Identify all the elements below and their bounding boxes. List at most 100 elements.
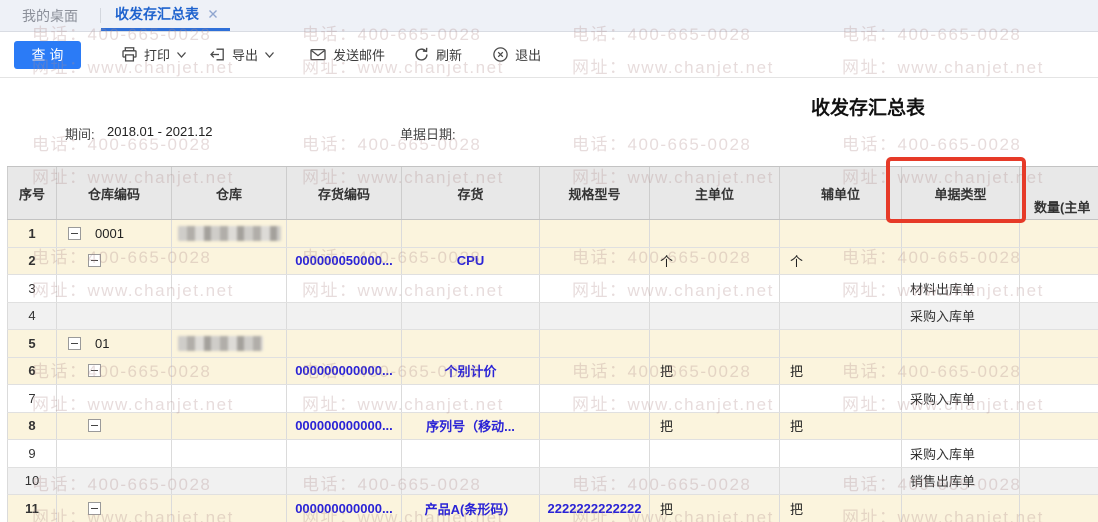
cell-warehouse: [172, 357, 287, 384]
cell-main-unit: [650, 220, 780, 247]
minus-box-icon[interactable]: [88, 364, 101, 378]
inventory-link[interactable]: 序列号（移动...: [426, 416, 515, 435]
spec-link[interactable]: 2222222222222: [548, 501, 642, 516]
cell-warehouse: [172, 220, 287, 247]
aux-unit-value: 个: [790, 254, 804, 270]
cell-doc-type: [902, 357, 1020, 384]
aux-unit-value: 把: [790, 419, 804, 435]
cell-spec: [540, 385, 650, 412]
cell-main-unit: 把: [650, 357, 780, 384]
app-window: 我的桌面 收发存汇总表 查 询 打印 导出 发送邮件 刷新 退出 期间: 201…: [0, 0, 1098, 522]
cell-doc-type: [902, 220, 1020, 247]
cell-warehouse: [172, 467, 287, 494]
send-mail-button[interactable]: 发送邮件: [309, 45, 385, 64]
inventory-code-link[interactable]: 000000000000...: [295, 501, 393, 516]
close-icon[interactable]: [208, 9, 218, 19]
column-header-qty: 数量(主单: [1020, 167, 1098, 219]
minus-box-icon[interactable]: [68, 336, 81, 350]
cell-inv-code: [287, 302, 402, 329]
cell-main-unit: [650, 330, 780, 357]
warehouse-code: 01: [95, 335, 110, 351]
inventory-code-link[interactable]: 000000000000...: [295, 418, 393, 433]
cell-warehouse: [172, 330, 287, 357]
cell-wh-code: [57, 440, 172, 467]
column-header-label: 仓库编码: [87, 186, 140, 202]
cell-spec: 2222222222222: [540, 495, 650, 522]
doc-date-label: 单据日期:: [400, 127, 456, 142]
tab-report-active[interactable]: 收发存汇总表: [101, 0, 230, 31]
cell-warehouse: [172, 302, 287, 329]
cell-aux-unit: 把: [780, 357, 902, 384]
aux-unit-value: 把: [790, 501, 804, 517]
minus-box-icon[interactable]: [88, 501, 101, 515]
cell-inv-code: 000000050000...: [287, 247, 402, 274]
main-unit-value: 把: [660, 501, 674, 517]
table-row: 7 采购入库单: [7, 385, 1098, 413]
print-button[interactable]: 打印: [121, 45, 187, 64]
cell-main-unit: [650, 302, 780, 329]
minus-box-icon[interactable]: [68, 226, 81, 240]
main-unit-value: 把: [660, 364, 674, 380]
cell-wh-code: [57, 302, 172, 329]
cell-wh-code: [57, 247, 172, 274]
cell-qty: [1020, 385, 1098, 412]
chevron-down-icon: [265, 51, 275, 58]
cell-warehouse: [172, 412, 287, 439]
main-unit-value: 个: [660, 254, 674, 270]
row-number: 2: [28, 253, 36, 269]
row-number: 3: [28, 280, 36, 296]
cell-main-unit: 个: [650, 247, 780, 274]
exit-button[interactable]: 退出: [492, 45, 541, 64]
export-button[interactable]: 导出: [209, 45, 275, 64]
cell-qty: [1020, 440, 1098, 467]
query-button[interactable]: 查 询: [14, 40, 81, 69]
cell-main-unit: [650, 440, 780, 467]
table-row: 11 000000000000... 产品A(条形码） 2222222222222 把 把: [7, 495, 1098, 522]
refresh-button[interactable]: 刷新: [413, 45, 462, 64]
cell-warehouse: [172, 385, 287, 412]
period-value[interactable]: 2018.01 - 2021.12: [107, 124, 213, 139]
printer-icon: [122, 47, 137, 62]
tab-bar: 我的桌面 收发存汇总表: [0, 0, 1098, 32]
cell-wh-code: 01: [57, 330, 172, 357]
cell-aux-unit: [780, 467, 902, 494]
doc-type-value: 销售出库单: [910, 474, 976, 490]
doc-type-value: 材料出库单: [910, 281, 976, 297]
cell-no: 10: [7, 467, 57, 494]
cell-doc-type: [902, 330, 1020, 357]
cell-aux-unit: [780, 302, 902, 329]
filter-bar: 期间: 2018.01 - 2021.12 单据日期:: [0, 120, 1098, 142]
cell-inv-code: 000000000000...: [287, 495, 402, 522]
cell-wh-code: [57, 275, 172, 302]
cell-no: 3: [7, 275, 57, 302]
cell-aux-unit: [780, 330, 902, 357]
cell-qty: [1020, 303, 1098, 330]
table-row: 3 材料出库单: [7, 275, 1098, 303]
inventory-link[interactable]: CPU: [457, 253, 484, 268]
minus-box-icon[interactable]: [88, 254, 101, 268]
cell-no: 2: [7, 247, 57, 274]
row-number: 1: [28, 225, 36, 241]
inventory-code-link[interactable]: 000000000000...: [295, 363, 393, 378]
mail-icon: [310, 48, 326, 61]
cell-main-unit: 把: [650, 412, 780, 439]
cell-qty: [1020, 248, 1098, 275]
chevron-down-icon: [177, 51, 187, 58]
column-header-spec: 规格型号: [540, 167, 650, 219]
column-header-label: 主单位: [694, 186, 734, 202]
table-row: 1 0001: [7, 220, 1098, 248]
column-header-label: 数量(主单: [1034, 200, 1091, 215]
tab-my-desktop[interactable]: 我的桌面: [0, 0, 100, 31]
inventory-code-link[interactable]: 000000050000...: [295, 253, 393, 268]
cell-qty: [1020, 220, 1098, 247]
main-unit-value: 把: [660, 419, 674, 435]
cell-aux-unit: [780, 440, 902, 467]
minus-box-icon[interactable]: [88, 419, 101, 433]
inventory-link[interactable]: 个别计价: [444, 361, 496, 380]
inventory-link[interactable]: 产品A(条形码）: [425, 499, 517, 518]
redacted-warehouse-name: [178, 225, 281, 241]
cell-spec: [540, 247, 650, 274]
row-number: 9: [28, 445, 36, 461]
row-number: 7: [28, 390, 36, 406]
cell-aux-unit: [780, 385, 902, 412]
